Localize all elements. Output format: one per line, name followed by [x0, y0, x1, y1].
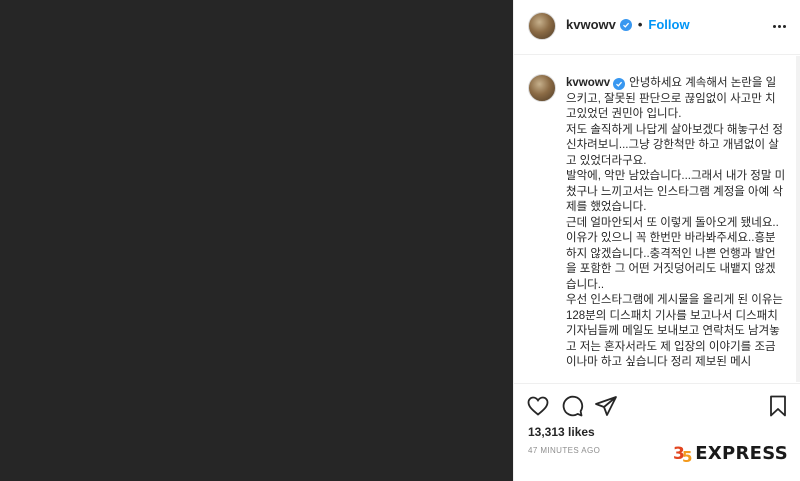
heart-icon[interactable]: [526, 394, 550, 418]
bookmark-icon[interactable]: [766, 394, 790, 418]
post-side-panel: kvwowv • Follow kvwowv 안녕하세요 계속해서 논란을 일으키…: [513, 0, 800, 481]
follow-button[interactable]: Follow: [648, 17, 689, 32]
svg-text:5: 5: [682, 448, 692, 464]
paper-plane-icon[interactable]: [594, 394, 618, 418]
post-header: kvwowv • Follow: [514, 0, 800, 55]
header-username[interactable]: kvwowv: [566, 17, 616, 32]
caption-avatar[interactable]: [528, 74, 556, 102]
header-user-line: kvwowv • Follow: [566, 17, 690, 32]
caption: kvwowv 안녕하세요 계속해서 논란을 일으키고, 잘못된 판단으로 끊임없이…: [566, 76, 786, 371]
post-timestamp[interactable]: 47 MINUTES AGO: [528, 446, 600, 455]
separator-dot: •: [637, 17, 643, 32]
express-logo-icon: 3 5: [673, 442, 693, 466]
user-avatar[interactable]: [528, 12, 556, 40]
more-options-icon[interactable]: [771, 18, 787, 34]
caption-username[interactable]: kvwowv: [566, 76, 610, 92]
verified-badge-icon: [613, 77, 626, 90]
post-actions: 13,313 likes 47 MINUTES AGO: [514, 383, 800, 481]
post-media-area[interactable]: [0, 0, 513, 481]
caption-scrollbar[interactable]: [796, 56, 800, 382]
comment-icon[interactable]: [560, 394, 584, 418]
watermark-text: EXPRESS: [695, 442, 788, 464]
express-watermark: 3 5 EXPRESS: [673, 442, 788, 467]
caption-area[interactable]: kvwowv 안녕하세요 계속해서 논란을 일으키고, 잘못된 판단으로 끊임없이…: [514, 56, 800, 382]
verified-badge-icon: [619, 18, 632, 31]
likes-count[interactable]: 13,313 likes: [528, 425, 595, 439]
caption-body: 안녕하세요 계속해서 논란을 일으키고, 잘못된 판단으로 끊임없이 사고만 치…: [566, 77, 786, 368]
caption-user: kvwowv: [566, 76, 626, 92]
